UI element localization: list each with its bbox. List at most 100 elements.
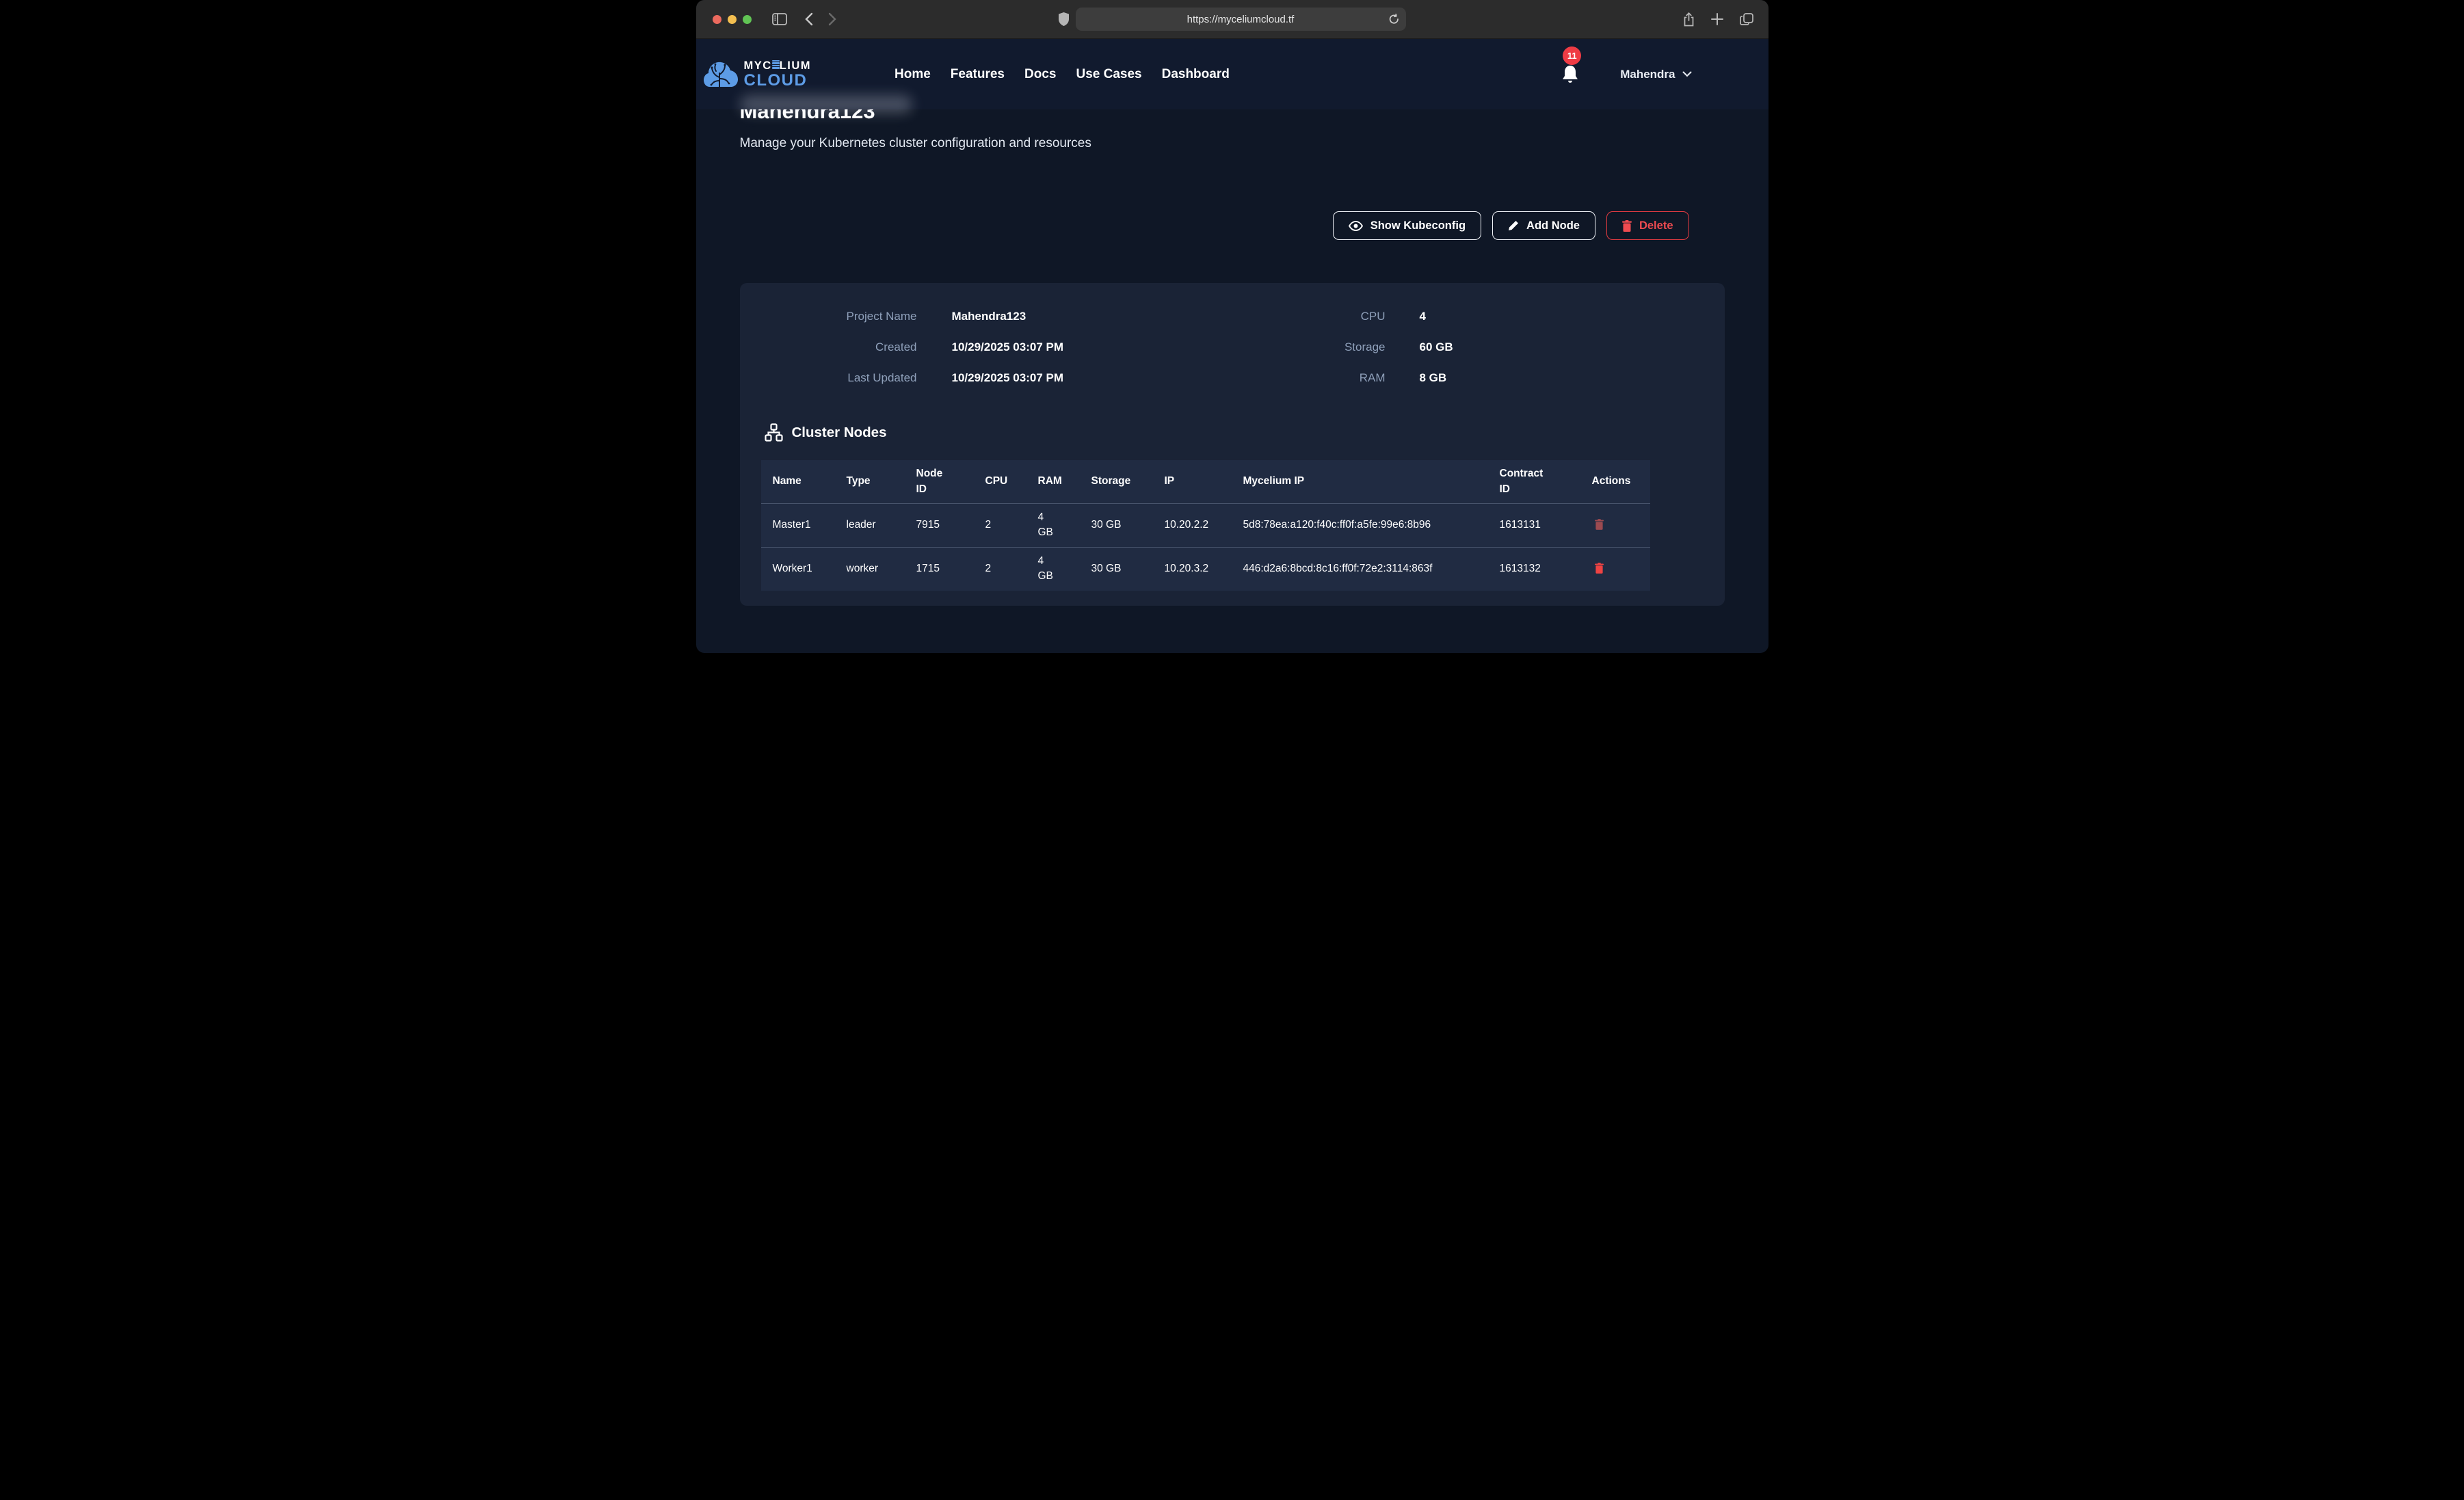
bell-icon <box>1561 64 1579 85</box>
notifications-button[interactable]: 11 <box>1561 64 1579 85</box>
details-right-column: CPU4Storage60 GBRAM8 GB <box>1232 301 1704 393</box>
cell-type: leader <box>847 513 916 537</box>
brand-name-bottom: CLOUD <box>744 72 812 89</box>
address-bar[interactable]: https://myceliumcloud.tf <box>1076 8 1406 31</box>
eye-icon <box>1349 221 1363 231</box>
nav-link-features[interactable]: Features <box>951 67 1005 82</box>
column-header: Name <box>773 470 847 493</box>
cell-storage: 30 GB <box>1091 557 1165 580</box>
column-header: IP <box>1165 470 1243 493</box>
nav-links: Home Features Docs Use Cases Dashboard <box>895 67 1230 82</box>
zoom-window-button[interactable] <box>743 15 752 24</box>
column-header: RAM <box>1038 470 1091 493</box>
user-name: Mahendra <box>1620 68 1675 81</box>
detail-label: Storage <box>1232 340 1386 354</box>
pencil-icon <box>1508 220 1519 231</box>
brand-logo[interactable]: MYCLIUM CLOUD <box>703 59 812 90</box>
detail-label: Last Updated <box>761 371 917 385</box>
detail-row: Created 10/29/2025 03:07 PM <box>761 332 1232 362</box>
detail-label: RAM <box>1232 371 1386 385</box>
user-menu[interactable]: Mahendra <box>1620 68 1691 81</box>
nav-link-docs[interactable]: Docs <box>1024 67 1056 82</box>
cluster-details-card: Project Name Mahendra123 Created 10/29/2025… <box>740 283 1725 606</box>
minimize-window-button[interactable] <box>728 15 737 24</box>
chevron-down-icon <box>1682 71 1692 77</box>
trash-icon <box>1595 519 1604 530</box>
cell-contract_id: 1613132 <box>1500 557 1592 580</box>
table-row: Worker1worker171524 GB30 GB10.20.3.2446:… <box>761 547 1650 591</box>
detail-label: Created <box>761 340 917 354</box>
window-controls <box>713 15 752 24</box>
add-node-button[interactable]: Add Node <box>1492 211 1595 240</box>
delete-node-button[interactable] <box>1592 518 1606 531</box>
brand-name-top: MYCLIUM <box>744 59 812 72</box>
tab-overview-icon[interactable] <box>1740 13 1753 26</box>
detail-row: RAM 8 GB <box>1232 362 1704 393</box>
nav-link-dashboard[interactable]: Dashboard <box>1162 67 1230 82</box>
column-header: Type <box>847 470 916 493</box>
back-icon[interactable] <box>805 12 813 26</box>
cell-ip: 10.20.3.2 <box>1165 557 1243 580</box>
cluster-nodes-icon <box>765 423 783 442</box>
cell-actions <box>1592 556 1650 582</box>
reload-icon[interactable] <box>1389 14 1399 25</box>
table-row: Master1leader791524 GB30 GB10.20.2.25d8:… <box>761 503 1650 547</box>
sidebar-toggle-icon[interactable] <box>772 13 787 25</box>
cluster-nodes-table: NameTypeNode IDCPURAMStorageIPMycelium I… <box>761 460 1650 591</box>
cell-ram: 4 GB <box>1038 548 1091 590</box>
detail-value: 8 GB <box>1420 371 1704 385</box>
stylized-e-icon <box>772 59 780 70</box>
detail-row: Last Updated 10/29/2025 03:07 PM <box>761 362 1232 393</box>
details-left-column: Project Name Mahendra123 Created 10/29/2025… <box>761 301 1232 393</box>
share-icon[interactable] <box>1683 12 1695 27</box>
mycelium-cloud-logo-icon <box>703 59 739 90</box>
cluster-nodes-heading: Cluster Nodes <box>792 425 887 441</box>
cell-actions <box>1592 512 1650 539</box>
cell-node_id: 1715 <box>916 557 985 580</box>
scroll-blur-artifact <box>740 95 912 113</box>
column-header: Mycelium IP <box>1243 470 1500 493</box>
nav-link-home[interactable]: Home <box>895 67 931 82</box>
cell-mycelium_ip: 5d8:78ea:a120:f40c:ff0f:a5fe:99e6:8b96 <box>1243 511 1500 538</box>
column-header: Storage <box>1091 470 1165 493</box>
new-tab-icon[interactable] <box>1711 13 1723 25</box>
cell-contract_id: 1613131 <box>1500 513 1592 537</box>
cell-type: worker <box>847 557 916 580</box>
cell-cpu: 2 <box>985 557 1038 580</box>
nav-link-use-cases[interactable]: Use Cases <box>1076 67 1141 82</box>
detail-row: Storage 60 GB <box>1232 332 1704 362</box>
cell-name: Worker1 <box>773 557 847 580</box>
delete-node-button[interactable] <box>1592 561 1606 575</box>
privacy-shield-icon[interactable] <box>1059 12 1069 26</box>
detail-value: Mahendra123 <box>952 310 1232 323</box>
detail-row: Project Name Mahendra123 <box>761 301 1232 332</box>
forward-icon[interactable] <box>828 12 836 26</box>
cell-node_id: 7915 <box>916 513 985 537</box>
detail-value: 10/29/2025 03:07 PM <box>952 371 1232 385</box>
cell-cpu: 2 <box>985 513 1038 537</box>
trash-icon <box>1622 220 1632 232</box>
delete-cluster-button[interactable]: Delete <box>1606 211 1689 240</box>
cell-storage: 30 GB <box>1091 513 1165 537</box>
detail-value: 10/29/2025 03:07 PM <box>952 340 1232 354</box>
cluster-detail-page: Mahendra123 Manage your Kubernetes clust… <box>696 109 1768 653</box>
page-subtitle: Manage your Kubernetes cluster configura… <box>740 136 1725 151</box>
close-window-button[interactable] <box>713 15 721 24</box>
detail-value: 4 <box>1420 310 1704 323</box>
cell-mycelium_ip: 446:d2a6:8bcd:8c16:ff0f:72e2:3114:863f <box>1243 555 1500 582</box>
column-header: Actions <box>1592 470 1650 493</box>
column-header: Node ID <box>916 460 985 503</box>
detail-value: 60 GB <box>1420 340 1704 354</box>
url-text: https://myceliumcloud.tf <box>1187 14 1295 25</box>
notification-badge: 11 <box>1563 46 1581 65</box>
detail-label: Project Name <box>761 310 917 323</box>
column-header: Contract ID <box>1500 460 1592 503</box>
cell-name: Master1 <box>773 513 847 537</box>
trash-icon <box>1595 563 1604 574</box>
column-header: CPU <box>985 470 1038 493</box>
cell-ip: 10.20.2.2 <box>1165 513 1243 537</box>
browser-toolbar: https://myceliumcloud.tf <box>696 0 1768 39</box>
browser-window: https://myceliumcloud.tf <box>696 0 1768 653</box>
show-kubeconfig-button[interactable]: Show Kubeconfig <box>1333 211 1481 240</box>
table-header-row: NameTypeNode IDCPURAMStorageIPMycelium I… <box>761 460 1650 503</box>
